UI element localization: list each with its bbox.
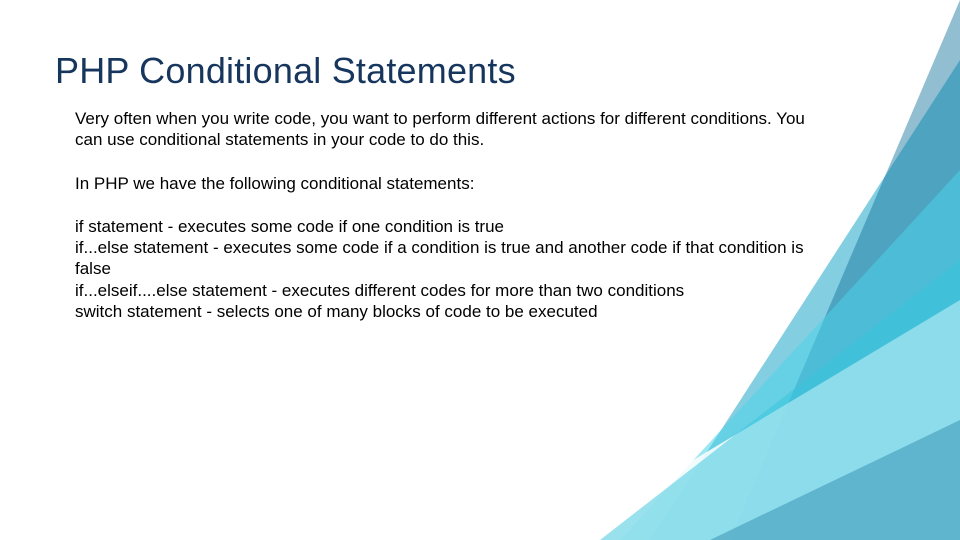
spacer xyxy=(75,194,835,216)
list-item: if statement - executes some code if one… xyxy=(75,216,835,237)
intro-paragraph-1: Very often when you write code, you want… xyxy=(75,108,835,151)
intro-paragraph-2: In PHP we have the following conditional… xyxy=(75,173,835,194)
slide-title: PHP Conditional Statements xyxy=(55,50,516,92)
list-item: switch statement - selects one of many b… xyxy=(75,301,835,322)
slide-body: Very often when you write code, you want… xyxy=(75,108,835,322)
statement-list: if statement - executes some code if one… xyxy=(75,216,835,322)
slide: PHP Conditional Statements Very often wh… xyxy=(0,0,960,540)
list-item: if...elseif....else statement - executes… xyxy=(75,280,835,301)
list-item: if...else statement - executes some code… xyxy=(75,237,835,280)
spacer xyxy=(75,151,835,173)
